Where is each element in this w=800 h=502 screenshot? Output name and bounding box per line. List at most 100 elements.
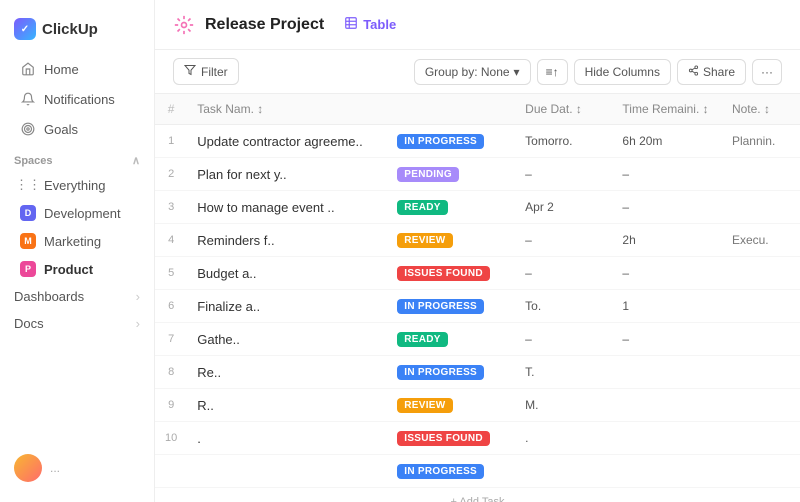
sidebar-item-dashboards[interactable]: Dashboards › — [0, 283, 154, 310]
filter-button[interactable]: Filter — [173, 58, 239, 85]
sidebar-item-everything[interactable]: ⋮⋮ Everything — [6, 172, 148, 198]
docs-label: Docs — [14, 316, 44, 331]
time-remaining-cell: – — [612, 158, 722, 191]
table-row[interactable]: 4Reminders f..REVIEW–2hExecu. — [155, 224, 800, 257]
user-name: ... — [50, 461, 60, 475]
due-date-cell: T. — [515, 356, 612, 389]
col-notes[interactable]: Note. ↕ — [722, 94, 800, 125]
time-remaining-cell: – — [612, 323, 722, 356]
task-name-cell: Gathe.. — [187, 323, 387, 356]
time-remaining-cell: 6h 20m — [612, 125, 722, 158]
task-table-body: 1Update contractor agreeme.. IN PROGRESS T… — [155, 125, 800, 502]
notes-cell — [722, 191, 800, 224]
notes-cell: Plannin. — [722, 125, 800, 158]
sidebar-item-marketing[interactable]: M Marketing — [6, 228, 148, 254]
status-badge[interactable]: IN PROGRESS — [397, 299, 484, 314]
main-content: Release Project Table Filter Group by: N… — [155, 0, 800, 502]
row-number: 6 — [155, 290, 187, 323]
table-row[interactable]: IN PROGRESS — [155, 455, 800, 488]
sort-icon: ≡↑ — [546, 65, 559, 79]
logo: ✓ ClickUp — [0, 10, 154, 54]
marketing-label: Marketing — [44, 234, 101, 249]
col-status — [387, 94, 515, 125]
toolbar-right: Group by: None ▾ ≡↑ Hide Columns Share ·… — [414, 59, 782, 85]
sidebar-item-product[interactable]: P Product — [6, 256, 148, 282]
task-table: # Task Nam. ↕ Due Dat. ↕ Time Remaini. ↕… — [155, 94, 800, 502]
status-badge[interactable]: IN PROGRESS — [397, 464, 484, 479]
table-row[interactable]: 1Update contractor agreeme..IN PROGRESST… — [155, 125, 800, 158]
due-date-cell: Apr 2 — [515, 191, 612, 224]
row-number: 1 — [155, 125, 187, 158]
task-name-cell: Budget a.. — [187, 257, 387, 290]
table-row[interactable]: 9R..REVIEWM. — [155, 389, 800, 422]
due-date-cell: – — [515, 158, 612, 191]
status-badge[interactable]: REVIEW — [397, 233, 452, 248]
dashboards-label: Dashboards — [14, 289, 84, 304]
add-task-row[interactable]: + Add Task — [155, 488, 800, 502]
goals-label: Goals — [44, 122, 78, 137]
status-cell: IN PROGRESS — [387, 356, 515, 389]
marketing-dot: M — [20, 233, 36, 249]
hide-columns-button[interactable]: Hide Columns — [574, 59, 671, 85]
time-remaining-cell — [612, 389, 722, 422]
filter-label: Filter — [201, 65, 228, 79]
col-task-name[interactable]: Task Nam. ↕ — [187, 94, 387, 125]
row-number: 4 — [155, 224, 187, 257]
sidebar-bottom: ... — [0, 444, 154, 492]
status-cell: ISSUES FOUND — [387, 257, 515, 290]
time-remaining-cell: 2h — [612, 224, 722, 257]
sidebar-item-development[interactable]: D Development — [6, 200, 148, 226]
more-options-button[interactable]: ··· — [752, 59, 782, 85]
share-button[interactable]: Share — [677, 59, 746, 85]
row-number: 3 — [155, 191, 187, 224]
status-badge[interactable]: IN PROGRESS — [397, 365, 484, 380]
sidebar-item-home[interactable]: Home — [6, 55, 148, 83]
user-avatar[interactable] — [14, 454, 42, 482]
table-row[interactable]: 7Gathe..READY–– — [155, 323, 800, 356]
table-row[interactable]: 8Re..IN PROGRESST. — [155, 356, 800, 389]
row-number: 5 — [155, 257, 187, 290]
status-cell: REVIEW — [387, 389, 515, 422]
time-remaining-cell — [612, 356, 722, 389]
task-name-text: Re.. — [197, 365, 221, 380]
task-name-cell: Update contractor agreeme.. — [187, 125, 387, 158]
status-badge[interactable]: ISSUES FOUND — [397, 431, 490, 446]
table-row[interactable]: 6Finalize a..IN PROGRESSTo.1 — [155, 290, 800, 323]
status-cell: IN PROGRESS — [387, 125, 515, 158]
table-row[interactable]: 10. ISSUES FOUND. — [155, 422, 800, 455]
notes-cell — [722, 290, 800, 323]
col-due-date[interactable]: Due Dat. ↕ — [515, 94, 612, 125]
sidebar-item-notifications[interactable]: Notifications — [6, 85, 148, 113]
add-task-button[interactable]: + Add Task — [155, 488, 800, 502]
everything-icon: ⋮⋮ — [20, 177, 36, 193]
table-row[interactable]: 2Plan for next y..PENDING–– — [155, 158, 800, 191]
due-date-cell: – — [515, 257, 612, 290]
sidebar-item-docs[interactable]: Docs › — [0, 310, 154, 337]
task-name-cell: Finalize a.. — [187, 290, 387, 323]
status-badge[interactable]: READY — [397, 332, 448, 347]
status-badge[interactable]: READY — [397, 200, 448, 215]
status-badge[interactable]: REVIEW — [397, 398, 452, 413]
col-time-remaining[interactable]: Time Remaini. ↕ — [612, 94, 722, 125]
goals-icon — [20, 121, 36, 137]
time-remaining-cell — [612, 422, 722, 455]
status-cell: ISSUES FOUND — [387, 422, 515, 455]
task-name-cell: . — [187, 422, 387, 455]
spaces-toggle[interactable]: ∧ — [132, 154, 140, 167]
task-name-cell: How to manage event .. — [187, 191, 387, 224]
table-header-row: # Task Nam. ↕ Due Dat. ↕ Time Remaini. ↕… — [155, 94, 800, 125]
sidebar-item-goals[interactable]: Goals — [6, 115, 148, 143]
sort-button[interactable]: ≡↑ — [537, 59, 568, 85]
status-badge[interactable]: ISSUES FOUND — [397, 266, 490, 281]
row-number: 10 — [155, 422, 187, 455]
table-row[interactable]: 3How to manage event ..READYApr 2– — [155, 191, 800, 224]
table-view-label: Table — [363, 17, 396, 32]
group-by-button[interactable]: Group by: None ▾ — [414, 59, 531, 85]
due-date-cell: . — [515, 422, 612, 455]
status-badge[interactable]: PENDING — [397, 167, 459, 182]
table-view-button[interactable]: Table — [334, 12, 406, 37]
due-date-cell: – — [515, 224, 612, 257]
row-number: 7 — [155, 323, 187, 356]
table-row[interactable]: 5Budget a..ISSUES FOUND–– — [155, 257, 800, 290]
status-badge[interactable]: IN PROGRESS — [397, 134, 484, 149]
